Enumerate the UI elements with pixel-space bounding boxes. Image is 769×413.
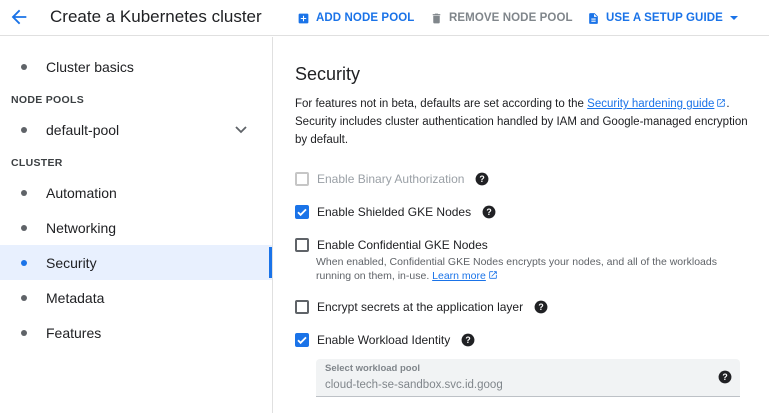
help-icon[interactable]: ? (534, 300, 548, 314)
sidebar-item-metadata[interactable]: Metadata (0, 280, 272, 315)
confidential-nodes-row: Enable Confidential GKE Nodes (295, 236, 488, 254)
sidebar-item-networking[interactable]: Networking (0, 210, 272, 245)
sidebar-item-label: Security (46, 254, 97, 271)
help-icon[interactable]: ? (482, 205, 496, 219)
confidential-nodes-checkbox[interactable] (295, 238, 309, 252)
workload-identity-checkbox[interactable] (295, 333, 309, 347)
bullet-icon (21, 189, 27, 196)
bullet-icon (21, 259, 27, 266)
shielded-nodes-checkbox[interactable] (295, 205, 309, 219)
intro-text: For features not in beta, defaults are s… (295, 95, 750, 149)
remove-node-pool-label: REMOVE NODE POOL (449, 12, 573, 24)
intro-text-line2: Security includes cluster authentication… (295, 116, 748, 146)
help-icon[interactable]: ? (475, 172, 489, 186)
sidebar-item-default-pool[interactable]: default-pool (0, 112, 272, 147)
sidebar-item-label: Features (46, 324, 102, 341)
bullet-icon (21, 126, 27, 133)
sidebar-item-label: Automation (46, 184, 117, 201)
shielded-nodes-label: Enable Shielded GKE Nodes (317, 205, 472, 219)
chevron-down-icon[interactable] (234, 122, 248, 136)
bullet-icon (21, 329, 27, 336)
confidential-nodes-label: Enable Confidential GKE Nodes (317, 238, 488, 252)
trash-icon (430, 12, 443, 25)
sidebar-item-automation[interactable]: Automation (0, 175, 272, 210)
binary-authorization-row: Enable Binary Authorization ? (295, 170, 489, 188)
sidebar: Cluster basics NODE POOLS default-pool C… (0, 37, 273, 413)
workload-pool-value: cloud-tech-se-sandbox.svc.id.goog (325, 379, 503, 391)
svg-text:?: ? (466, 335, 471, 345)
external-link-icon (716, 96, 726, 107)
section-title: Security (295, 64, 361, 84)
page-title: Create a Kubernetes cluster (50, 7, 262, 26)
intro-text-part: . (726, 98, 730, 110)
bullet-icon (21, 294, 27, 301)
sidebar-item-label: Metadata (46, 289, 105, 306)
sidebar-item-label: Cluster basics (46, 58, 134, 75)
workload-pool-field[interactable]: Select workload pool cloud-tech-se-sandb… (316, 359, 740, 397)
sidebar-item-security[interactable]: Security (0, 245, 272, 280)
setup-guide-button[interactable]: USE A SETUP GUIDE (587, 10, 739, 26)
confidential-nodes-description-text: When enabled, Confidential GKE Nodes enc… (316, 256, 717, 282)
workload-identity-row: Enable Workload Identity ? (295, 331, 475, 349)
cluster-header: CLUSTER (11, 157, 63, 169)
confidential-nodes-description: When enabled, Confidential GKE Nodes enc… (316, 255, 736, 283)
binary-authorization-checkbox (295, 172, 309, 186)
sidebar-item-label: Networking (46, 219, 117, 236)
sidebar-item-cluster-basics[interactable]: Cluster basics (0, 49, 272, 84)
top-bar: Create a Kubernetes cluster ADD NODE POO… (0, 0, 769, 36)
back-arrow-icon[interactable] (8, 6, 30, 28)
add-box-icon (297, 12, 310, 25)
remove-node-pool-button[interactable]: REMOVE NODE POOL (430, 10, 573, 26)
binary-authorization-label: Enable Binary Authorization (317, 172, 465, 186)
sidebar-item-features[interactable]: Features (0, 315, 272, 350)
active-indicator (269, 247, 272, 278)
security-hardening-guide-link[interactable]: Security hardening guide (587, 98, 714, 110)
setup-guide-label: USE A SETUP GUIDE (606, 12, 723, 24)
workload-identity-label: Enable Workload Identity (317, 333, 451, 347)
add-node-pool-label: ADD NODE POOL (316, 12, 415, 24)
svg-text:?: ? (480, 174, 485, 184)
add-node-pool-button[interactable]: ADD NODE POOL (297, 10, 414, 26)
svg-text:?: ? (722, 372, 727, 382)
encrypt-secrets-checkbox[interactable] (295, 300, 309, 314)
svg-text:?: ? (486, 207, 491, 217)
help-icon[interactable]: ? (718, 370, 732, 384)
svg-text:?: ? (538, 302, 543, 312)
shielded-nodes-row: Enable Shielded GKE Nodes ? (295, 203, 496, 221)
encrypt-secrets-label: Encrypt secrets at the application layer (317, 300, 524, 314)
encrypt-secrets-row: Encrypt secrets at the application layer… (295, 298, 548, 316)
workload-pool-label: Select workload pool (325, 363, 421, 374)
node-pools-header: NODE POOLS (11, 94, 85, 106)
security-panel: Security For features not in beta, defau… (274, 37, 769, 413)
sidebar-item-label: default-pool (46, 121, 120, 138)
document-icon (587, 12, 600, 25)
bullet-icon (21, 63, 27, 70)
intro-text-part: For features not in beta, defaults are s… (295, 98, 588, 110)
learn-more-link[interactable]: Learn more (432, 270, 486, 282)
help-icon[interactable]: ? (461, 333, 475, 347)
dropdown-arrow-icon (729, 13, 739, 23)
external-link-icon (488, 270, 498, 280)
bullet-icon (21, 224, 27, 231)
